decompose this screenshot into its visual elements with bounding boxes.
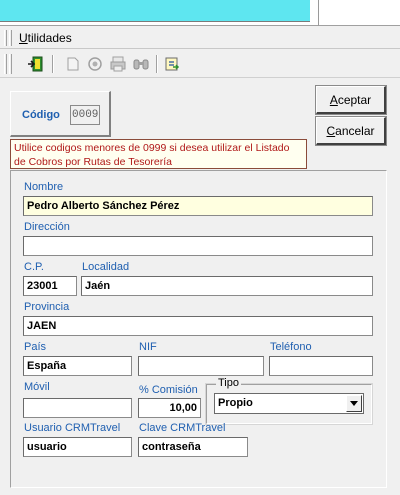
exit-door-icon[interactable]	[26, 54, 46, 74]
localidad-field[interactable]: Jaén	[81, 276, 373, 296]
menu-utilidades[interactable]: Utilidades	[19, 31, 72, 45]
menu-utilidades-accel: U	[19, 31, 28, 45]
clave-label: Clave CRMTravel	[139, 422, 226, 434]
toolbar	[0, 50, 400, 78]
direccion-label: Dirección	[24, 221, 70, 233]
movil-field[interactable]	[23, 398, 132, 418]
new-document-icon[interactable]	[63, 54, 83, 74]
codigo-label: Código	[22, 109, 60, 121]
menu-bar: Utilidades	[0, 27, 400, 49]
cancelar-label: ancelar	[335, 123, 375, 138]
movil-label: Móvil	[24, 381, 50, 393]
aceptar-label: ceptar	[337, 92, 372, 107]
cancelar-accel: C	[326, 123, 336, 138]
menu-utilidades-label: tilidades	[27, 31, 72, 45]
telefono-label: Teléfono	[270, 341, 312, 353]
direccion-field[interactable]	[23, 236, 373, 256]
aceptar-accel: A	[329, 92, 338, 107]
parent-window-divider	[318, 0, 319, 26]
nombre-label: Nombre	[24, 181, 64, 193]
export-icon[interactable]	[162, 54, 182, 74]
parent-window-highlight	[0, 0, 310, 22]
toolbar-separator-2	[156, 55, 158, 73]
comision-field[interactable]: 10,00	[138, 398, 201, 418]
cp-field[interactable]: 23001	[23, 276, 77, 296]
toolbar-grip[interactable]	[4, 54, 7, 74]
nif-field[interactable]	[138, 356, 264, 376]
menu-grip[interactable]	[4, 30, 7, 46]
tipo-label: Tipo	[216, 377, 241, 389]
codigo-field[interactable]: 0009	[70, 105, 100, 125]
provincia-field[interactable]: JAEN	[23, 316, 373, 336]
tipo-select[interactable]: Propio	[214, 393, 364, 414]
cp-label: C.P.	[24, 261, 44, 273]
search-binoculars-icon[interactable]	[131, 54, 151, 74]
usuario-field[interactable]: usuario	[23, 437, 132, 457]
menu-grip-2[interactable]	[9, 30, 12, 46]
telefono-field[interactable]	[269, 356, 373, 376]
toolbar-separator	[52, 55, 54, 73]
usuario-label: Usuario CRMTravel	[24, 422, 121, 434]
aceptar-button[interactable]: Aceptar	[315, 85, 387, 115]
preview-icon[interactable]	[85, 54, 105, 74]
comision-label: % Comisión	[139, 384, 198, 396]
chevron-down-icon[interactable]	[346, 395, 362, 412]
nif-label: NIF	[139, 341, 157, 353]
localidad-label: Localidad	[82, 261, 130, 273]
warning-message: Utilice codigos menores de 0999 si desea…	[10, 139, 307, 169]
toolbar-grip-2[interactable]	[9, 54, 12, 74]
print-icon[interactable]	[108, 54, 128, 74]
pais-label: País	[24, 341, 47, 353]
tipo-value: Propio	[218, 397, 253, 409]
provincia-label: Provincia	[24, 301, 70, 313]
pais-field[interactable]: España	[23, 356, 132, 376]
cancelar-button[interactable]: Cancelar	[315, 116, 387, 146]
clave-field[interactable]: contraseña	[138, 437, 248, 457]
nombre-field[interactable]: Pedro Alberto Sánchez Pérez	[23, 196, 373, 216]
